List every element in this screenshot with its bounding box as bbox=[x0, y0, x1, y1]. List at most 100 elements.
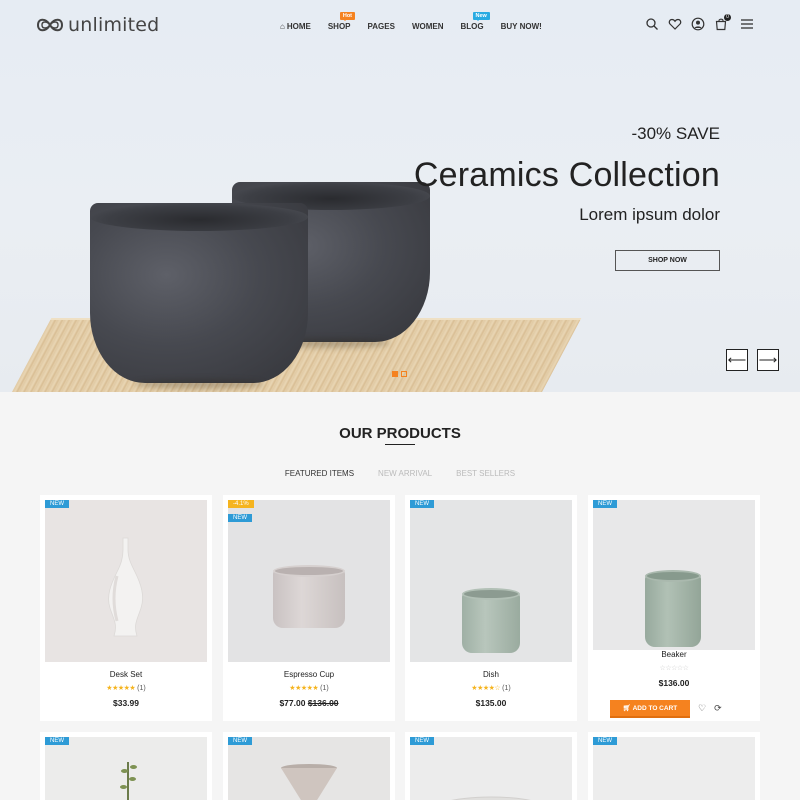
nav-item-buy-now[interactable]: BUY NOW! bbox=[501, 22, 542, 31]
product-tabs: FEATURED ITEMS NEW ARRIVAL BEST SELLERS bbox=[0, 469, 800, 478]
search-icon[interactable] bbox=[645, 17, 659, 31]
slider-next-button[interactable]: ⟶ bbox=[757, 349, 779, 371]
product-rating: ☆☆☆☆☆ bbox=[588, 664, 760, 672]
hero-title: Ceramics Collection bbox=[413, 156, 720, 194]
slider-dot[interactable] bbox=[401, 371, 407, 377]
user-icon[interactable] bbox=[691, 17, 705, 31]
new-tag: NEW bbox=[593, 500, 617, 508]
tab-best-sellers[interactable]: BEST SELLERS bbox=[456, 469, 515, 478]
nav-item-pages[interactable]: PAGES bbox=[368, 22, 395, 31]
new-tag: NEW bbox=[228, 737, 252, 745]
product-image[interactable] bbox=[228, 500, 390, 662]
nav-label: BUY NOW! bbox=[500, 22, 542, 31]
new-tag: NEW bbox=[410, 500, 434, 508]
site-header: unlimited ⌂ HOME Hot SHOP PAGES WOMEN New… bbox=[0, 0, 800, 52]
product-image[interactable] bbox=[410, 737, 572, 800]
nav-label: HOME bbox=[286, 22, 311, 31]
product-image[interactable] bbox=[45, 737, 207, 800]
star-rating-icon: ★★★★★ bbox=[106, 685, 136, 692]
hero-caption: -30% SAVE Ceramics Collection Lorem ipsu… bbox=[414, 124, 720, 225]
old-price: $136.00 bbox=[307, 698, 339, 708]
leaf bbox=[120, 785, 127, 789]
heart-icon[interactable] bbox=[668, 17, 682, 31]
cup-image bbox=[645, 570, 701, 647]
refresh-icon[interactable]: ⟳ bbox=[714, 703, 722, 714]
product-price: $33.99 bbox=[40, 698, 212, 708]
cup-image bbox=[273, 565, 345, 628]
slider-prev-button[interactable]: ⟵ bbox=[726, 349, 748, 371]
nav-label: BLOG bbox=[460, 22, 484, 31]
product-card[interactable]: NEW bbox=[223, 732, 395, 800]
product-card[interactable]: NEW Dish ★★★★☆ (1) $135.00 bbox=[405, 495, 577, 721]
product-image[interactable] bbox=[593, 737, 755, 800]
main-navigation: ⌂ HOME Hot SHOP PAGES WOMEN New BLOG BUY … bbox=[280, 12, 559, 31]
hamburger-icon[interactable] bbox=[740, 17, 754, 31]
hero-subtitle: Lorem ipsum dolor bbox=[579, 205, 720, 224]
product-name[interactable]: Beaker bbox=[588, 650, 760, 659]
new-tag: NEW bbox=[45, 737, 69, 745]
hero-save-text: -30% SAVE bbox=[631, 124, 720, 143]
nav-item-shop[interactable]: Hot SHOP bbox=[327, 12, 356, 31]
current-price: $136.00 bbox=[658, 678, 690, 688]
hero-slider: -30% SAVE Ceramics Collection Lorem ipsu… bbox=[0, 0, 800, 392]
nav-label: SHOP bbox=[327, 22, 351, 31]
new-tag: NEW bbox=[410, 737, 434, 745]
slider-pagination bbox=[392, 371, 410, 377]
leaf bbox=[121, 769, 128, 773]
product-image[interactable] bbox=[228, 737, 390, 800]
nav-label: PAGES bbox=[367, 22, 395, 31]
product-image[interactable] bbox=[593, 500, 755, 650]
product-image[interactable] bbox=[45, 500, 207, 662]
product-card[interactable]: NEW bbox=[405, 732, 577, 800]
product-card[interactable]: NEW Desk Set ★★★★★ (1) $33.99 bbox=[40, 495, 212, 721]
review-count: (1) bbox=[137, 685, 146, 692]
product-name[interactable]: Dish bbox=[405, 670, 577, 679]
nav-item-home[interactable]: ⌂ HOME bbox=[280, 22, 311, 31]
nav-label: WOMEN bbox=[411, 22, 444, 31]
vase-image bbox=[108, 537, 143, 637]
nav-item-blog[interactable]: New BLOG bbox=[460, 12, 490, 31]
cart-icon: 🛒︎ bbox=[622, 705, 633, 712]
product-name[interactable]: Desk Set bbox=[40, 670, 212, 679]
heart-icon[interactable]: ♡ bbox=[698, 703, 706, 714]
discount-tag: -4.1% bbox=[228, 500, 254, 508]
product-name[interactable]: Espresso Cup bbox=[223, 670, 395, 679]
product-image[interactable] bbox=[410, 500, 572, 662]
cart-icon[interactable]: 0 bbox=[714, 14, 731, 31]
header-actions: 0 bbox=[636, 14, 754, 31]
product-price: $135.00 bbox=[405, 698, 577, 708]
product-card[interactable]: NEW bbox=[40, 732, 212, 800]
new-tag: NEW bbox=[45, 500, 69, 508]
leaf bbox=[129, 777, 136, 781]
product-card[interactable]: NEW Beaker ☆☆☆☆☆ $136.00 🛒︎ ADD TO CART … bbox=[588, 495, 760, 721]
product-card[interactable]: -4.1% NEW Espresso Cup ★★★★★ (1) $77.00 … bbox=[223, 495, 395, 721]
shop-now-button[interactable]: SHOP NOW bbox=[615, 250, 720, 271]
leaf bbox=[130, 765, 137, 769]
product-rating: ★★★★★ (1) bbox=[223, 684, 395, 692]
section-title: OUR PRODUCTS bbox=[339, 425, 461, 442]
product-rating: ★★★★☆ (1) bbox=[405, 684, 577, 692]
product-price: $77.00 $136.00 bbox=[223, 698, 395, 708]
review-count: (1) bbox=[502, 685, 511, 692]
current-price: $33.99 bbox=[113, 698, 139, 708]
tab-featured-items[interactable]: FEATURED ITEMS bbox=[285, 469, 354, 478]
hot-badge: Hot bbox=[339, 12, 356, 21]
product-price: $136.00 bbox=[588, 678, 760, 688]
cup-image bbox=[462, 588, 520, 653]
slider-dot[interactable] bbox=[392, 371, 398, 377]
site-logo[interactable]: unlimited bbox=[35, 14, 159, 36]
add-to-cart-button[interactable]: 🛒︎ ADD TO CART bbox=[610, 700, 690, 716]
product-card[interactable]: NEW bbox=[588, 732, 760, 800]
star-rating-icon: ★★★★☆ bbox=[471, 685, 501, 692]
logo-text: unlimited bbox=[68, 14, 160, 36]
infinity-logo-icon bbox=[36, 18, 64, 32]
nav-item-women[interactable]: WOMEN bbox=[412, 22, 444, 31]
current-price: $77.00 bbox=[279, 698, 306, 708]
tab-new-arrival[interactable]: NEW ARRIVAL bbox=[378, 469, 432, 478]
product-rating: ★★★★★ (1) bbox=[40, 684, 212, 692]
plate-image bbox=[451, 796, 531, 800]
new-tag: NEW bbox=[228, 514, 252, 522]
current-price: $135.00 bbox=[475, 698, 507, 708]
home-icon: ⌂ bbox=[280, 22, 285, 31]
funnel-image bbox=[281, 764, 337, 800]
